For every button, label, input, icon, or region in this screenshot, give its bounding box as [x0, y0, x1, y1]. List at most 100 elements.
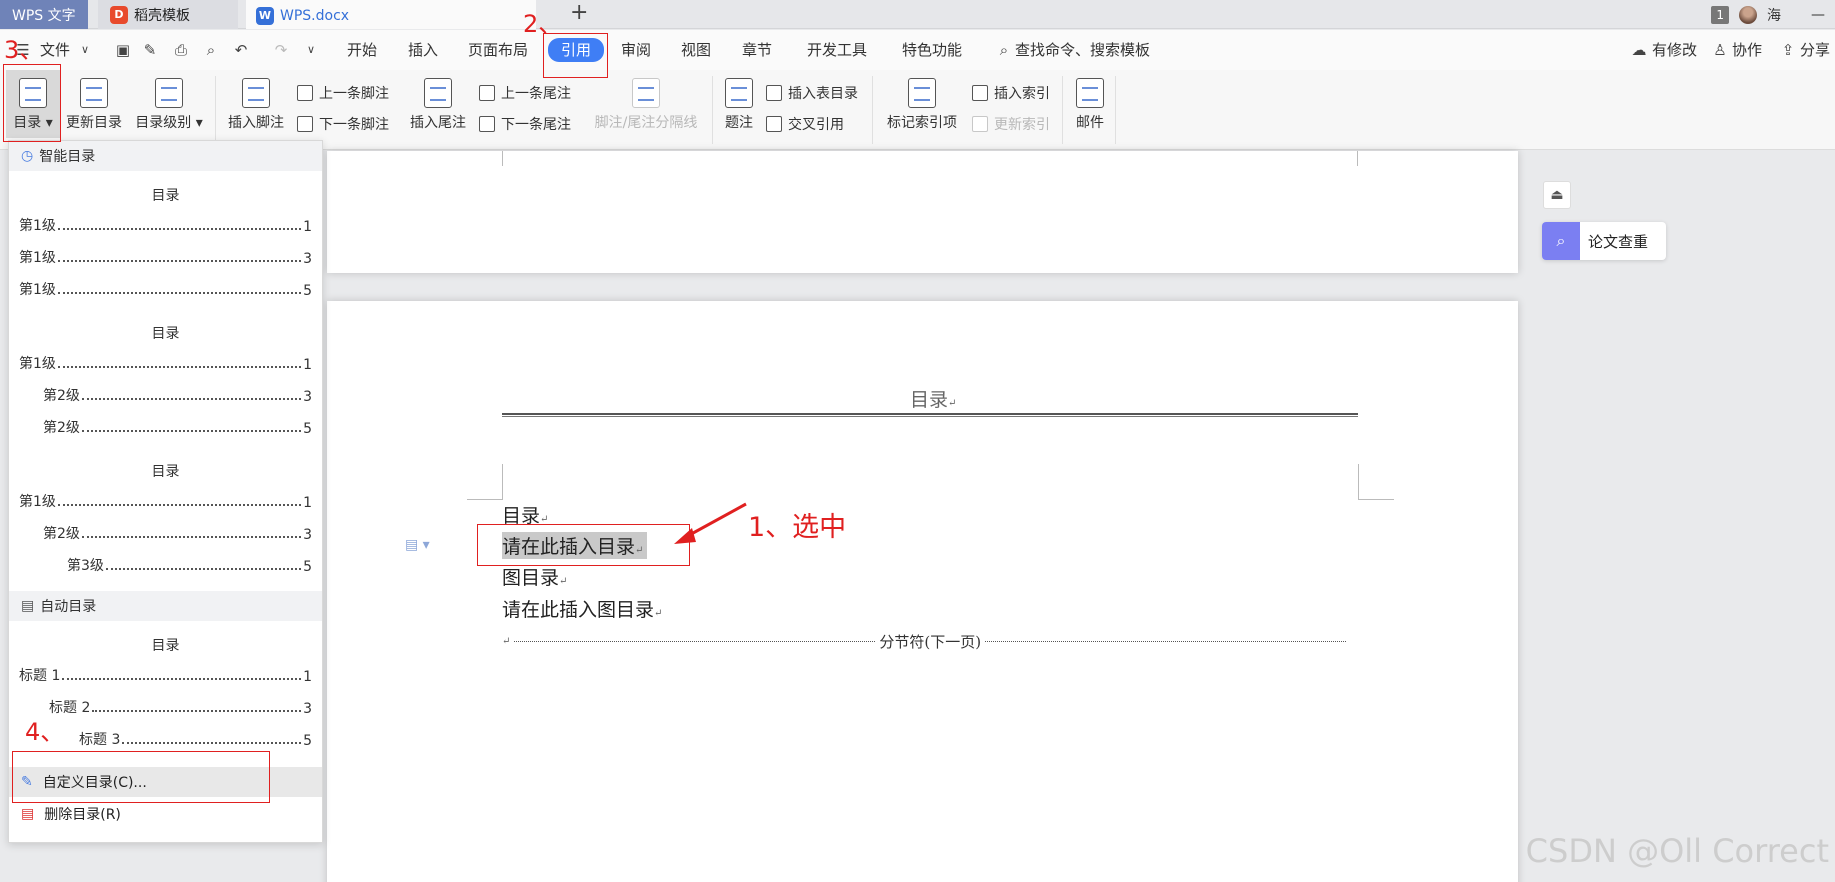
collab-button[interactable]: 协作 — [1732, 39, 1762, 61]
menu-bar: ☰ 文件 ∨ ▣ ✎ ⎙ ⌕ ↶ ↷ ∨ 开始 插入 页面布局 引用 审阅 视图… — [0, 30, 1835, 70]
toc-level-button[interactable]: 目录级别 ▾ — [133, 70, 205, 132]
caption-label: 题注 — [725, 115, 753, 131]
paper-check-icon: ⌕ — [1542, 222, 1580, 260]
insert-endnote-label: 插入尾注 — [410, 115, 466, 131]
auto-toc-line[interactable]: 标题 23 — [49, 697, 312, 717]
next-footnote-icon — [297, 116, 313, 132]
tab-document-label: WPS.docx — [280, 7, 350, 24]
redo-icon[interactable]: ↷ — [272, 41, 290, 59]
print-preview-icon[interactable]: ⌕ — [202, 41, 220, 59]
user-avatar[interactable] — [1739, 6, 1757, 24]
toc-style1-line[interactable]: 第1级 5 — [19, 279, 312, 299]
insert-footnote-button[interactable]: 插入脚注 — [224, 70, 288, 132]
undo-icon[interactable]: ↶ — [232, 41, 250, 59]
smart-toc-header: ◷ 智能目录 — [9, 141, 322, 171]
next-footnote-button[interactable]: 下一条脚注 — [297, 113, 389, 135]
print-icon[interactable]: ⎙ — [172, 41, 190, 59]
chevron-down-icon[interactable]: ∨ — [76, 41, 94, 59]
auto-toc-line[interactable]: 标题 35 — [79, 729, 312, 749]
toc-style2-title[interactable]: 目录 — [9, 323, 322, 343]
titlebar-right: 1 海 — — [1711, 4, 1835, 26]
menu-page-layout[interactable]: 页面布局 — [468, 39, 528, 61]
auto-toc-title[interactable]: 目录 — [9, 635, 322, 655]
menu-start[interactable]: 开始 — [347, 39, 377, 61]
margin-marker — [1357, 151, 1358, 166]
modified-status[interactable]: 有修改 — [1652, 39, 1697, 61]
margin-corner-right — [1358, 464, 1394, 500]
page-previous — [327, 151, 1518, 273]
menu-developer[interactable]: 开发工具 — [807, 39, 867, 61]
auto-toc-line[interactable]: 标题 11 — [19, 665, 312, 685]
tab-wps-writer[interactable]: WPS 文字 — [0, 0, 88, 29]
menu-review[interactable]: 审阅 — [621, 39, 651, 61]
update-index-icon — [972, 116, 988, 132]
prev-endnote-button[interactable]: 上一条尾注 — [479, 82, 571, 104]
doc-line-insert-fig-toc[interactable]: 请在此插入图目录↵ — [502, 595, 662, 622]
insert-index-button[interactable]: 插入索引 — [972, 82, 1050, 104]
toc-style1-line[interactable]: 第1级 3 — [19, 247, 312, 267]
prev-footnote-button[interactable]: 上一条脚注 — [297, 82, 389, 104]
paper-check-button[interactable]: ⌕ 论文查重 — [1542, 222, 1666, 260]
annotation-4: 4、 — [25, 718, 65, 746]
share-button[interactable]: 分享 — [1800, 39, 1830, 61]
ribbon-divider — [1115, 76, 1116, 144]
toc-style3-line[interactable]: 第3级 5 — [67, 555, 312, 575]
note-separator-button[interactable]: 脚注/尾注分隔线 — [590, 70, 702, 132]
ribbon-references: 目录 ▾ 更新目录 目录级别 ▾ 插入脚注 上一条脚注 下一条脚注 插入尾注 上… — [0, 70, 1835, 150]
more-chevron-icon[interactable]: ∨ — [302, 41, 320, 59]
cloud-icon: ☁ — [1631, 41, 1647, 59]
annotation-1: 1、选中 — [748, 512, 847, 543]
toc-style2-line[interactable]: 第1级 1 — [19, 353, 312, 373]
annotation-box-custom-toc — [12, 751, 270, 803]
toc-style3-title[interactable]: 目录 — [9, 461, 322, 481]
tab-bar: WPS 文字 D 稻壳模板 W WPS.docx + 1 海 — — [0, 0, 1835, 29]
insert-figure-toc-button[interactable]: 插入表目录 — [766, 82, 858, 104]
minimize-button[interactable]: — — [1811, 7, 1825, 23]
update-toc-label: 更新目录 — [66, 115, 122, 131]
menu-chapter[interactable]: 章节 — [742, 39, 772, 61]
toc-style3-line[interactable]: 第2级 3 — [43, 523, 312, 543]
menu-insert[interactable]: 插入 — [408, 39, 438, 61]
mail-button[interactable]: 邮件 — [1072, 70, 1108, 132]
section-break-label: 分节符(下一页) — [879, 632, 982, 651]
menu-features[interactable]: 特色功能 — [902, 39, 962, 61]
update-toc-button[interactable]: 更新目录 — [62, 70, 126, 132]
delete-toc-menu-item[interactable]: ▤ 删除目录(R) — [9, 799, 322, 829]
mark-index-label: 标记索引项 — [887, 115, 957, 131]
margin-corner-left — [467, 464, 503, 500]
prev-footnote-icon — [297, 85, 313, 101]
mark-index-button[interactable]: 标记索引项 — [882, 70, 962, 132]
toc-style3-line[interactable]: 第1级 1 — [19, 491, 312, 511]
new-tab-button[interactable]: + — [570, 0, 588, 29]
toc-level-label: 目录级别 ▾ — [135, 115, 203, 131]
insert-index-icon — [972, 85, 988, 101]
doc-line-fig-toc[interactable]: 图目录↵ — [502, 563, 567, 590]
endnote-icon — [424, 78, 452, 108]
page-count-badge[interactable]: 1 — [1711, 6, 1729, 24]
toc-style1-title[interactable]: 目录 — [9, 185, 322, 205]
search-icon: ⌕ — [999, 41, 1009, 59]
collapse-icon[interactable]: ⏏ — [1543, 181, 1571, 209]
mail-icon — [1076, 78, 1104, 108]
tab-document[interactable]: W WPS.docx — [246, 0, 536, 29]
next-endnote-button[interactable]: 下一条尾注 — [479, 113, 571, 135]
user-name[interactable]: 海 — [1767, 5, 1781, 25]
smart-toc-icon: ◷ — [21, 148, 34, 164]
menu-view[interactable]: 视图 — [681, 39, 711, 61]
toc-style2-line[interactable]: 第2级 3 — [43, 385, 312, 405]
toc-style2-line[interactable]: 第2级 5 — [43, 417, 312, 437]
paragraph-layout-icon[interactable]: ▤ ▾ — [405, 537, 430, 553]
save-icon[interactable]: ▣ — [114, 41, 132, 59]
toc-style1-line[interactable]: 第1级 1 — [19, 215, 312, 235]
mail-label: 邮件 — [1076, 115, 1104, 131]
page-current[interactable]: 目录↵ 目录↵ 请在此插入目录↵ 图目录↵ 请在此插入图目录↵ ↵ 分节符(下一… — [327, 301, 1518, 882]
tab-template[interactable]: D 稻壳模板 — [98, 0, 238, 29]
cross-reference-button[interactable]: 交叉引用 — [766, 113, 844, 135]
file-menu[interactable]: 文件 — [40, 39, 70, 61]
command-search[interactable]: 查找命令、搜索模板 — [1015, 39, 1150, 61]
format-painter-icon[interactable]: ✎ — [141, 41, 159, 59]
insert-endnote-button[interactable]: 插入尾注 — [406, 70, 470, 132]
update-index-button[interactable]: 更新索引 — [972, 113, 1050, 135]
footnote-icon — [242, 78, 270, 108]
caption-button[interactable]: 题注 — [722, 70, 756, 132]
